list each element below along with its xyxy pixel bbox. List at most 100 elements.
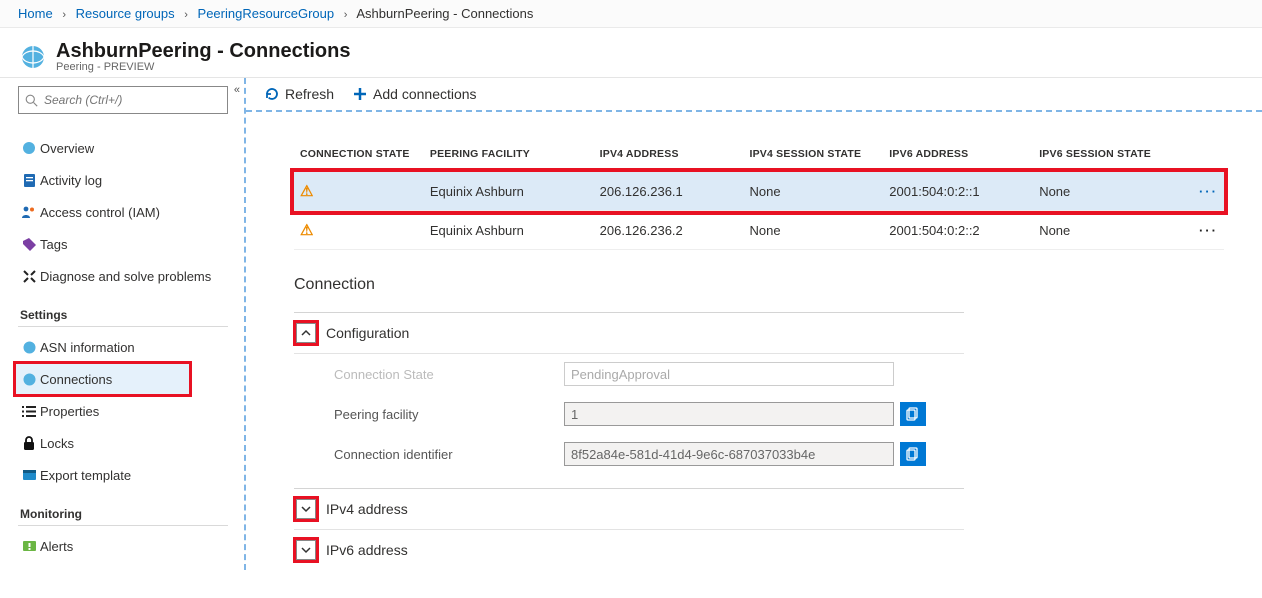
tag-icon [18, 237, 40, 252]
accordion-configuration[interactable]: Configuration [294, 313, 964, 354]
sidebar-item-label: Connections [40, 372, 112, 387]
accordion-label: IPv4 address [326, 501, 408, 517]
page-title: AshburnPeering - Connections [56, 40, 350, 63]
breadcrumb-resource-groups[interactable]: Resource groups [76, 6, 175, 21]
page-subtitle: Peering - PREVIEW [56, 61, 350, 73]
divider [18, 525, 228, 526]
accordion-label: Configuration [326, 325, 409, 341]
sidebar-item-label: Overview [40, 141, 94, 156]
sidebar-item-connections[interactable]: Connections [15, 363, 190, 395]
log-icon [18, 173, 40, 188]
connection-state-value [564, 362, 894, 386]
cell-ipv4: 206.126.236.1 [594, 172, 744, 211]
sidebar-item-export-template[interactable]: Export template [18, 459, 236, 491]
cell-ipv6: 2001:504:0:2::1 [883, 172, 1033, 211]
breadcrumb-current: AshburnPeering - Connections [356, 6, 533, 21]
sidebar-item-iam[interactable]: Access control (IAM) [18, 196, 236, 228]
breadcrumb-group[interactable]: PeeringResourceGroup [198, 6, 335, 21]
sidebar-item-locks[interactable]: Locks [18, 427, 236, 459]
connections-table: CONNECTION STATE PEERING FACILITY IPV4 A… [294, 140, 1224, 250]
sidebar-item-label: Locks [40, 436, 74, 451]
cell-facility: Equinix Ashburn [424, 172, 594, 211]
accordion-ipv6[interactable]: IPv6 address [294, 530, 964, 570]
peering-facility-value [564, 402, 894, 426]
row-menu-button[interactable]: ··· [1193, 211, 1224, 250]
table-row[interactable]: ⚠ Equinix Ashburn 206.126.236.2 None 200… [294, 211, 1224, 250]
sidebar-item-diagnose[interactable]: Diagnose and solve problems [18, 260, 236, 292]
section-heading-connection: Connection [294, 276, 1262, 294]
sidebar: « Overview Activity log [0, 78, 244, 570]
chevron-right-icon: › [184, 9, 188, 21]
field-label: Connection State [334, 367, 564, 382]
people-icon [18, 205, 40, 219]
sidebar-item-label: ASN information [40, 340, 135, 355]
sidebar-item-label: Alerts [40, 539, 73, 554]
breadcrumb: Home › Resource groups › PeeringResource… [0, 0, 1262, 28]
content-toolbar: Refresh Add connections [246, 78, 1262, 112]
page-header: AshburnPeering - Connections Peering - P… [0, 28, 1262, 78]
warning-icon: ⚠ [300, 222, 313, 239]
peering-icon [18, 42, 48, 72]
alert-icon [18, 539, 40, 553]
chevron-right-icon: › [62, 9, 66, 21]
sidebar-item-tags[interactable]: Tags [18, 228, 236, 260]
add-connections-button[interactable]: Add connections [352, 86, 477, 102]
divider [18, 326, 228, 327]
sidebar-item-properties[interactable]: Properties [18, 395, 236, 427]
accordion-ipv4[interactable]: IPv4 address [294, 489, 964, 530]
field-label: Peering facility [334, 407, 564, 422]
field-peering-facility: Peering facility [294, 394, 964, 434]
cell-ipv4s: None [743, 172, 883, 211]
breadcrumb-home[interactable]: Home [18, 6, 53, 21]
cell-ipv6s: None [1033, 172, 1193, 211]
cell-facility: Equinix Ashburn [424, 211, 594, 250]
lock-icon [18, 436, 40, 451]
cell-ipv4s: None [743, 211, 883, 250]
sidebar-item-activity-log[interactable]: Activity log [18, 164, 236, 196]
col-ipv6: IPV6 ADDRESS [883, 140, 1033, 172]
warning-icon: ⚠ [300, 183, 313, 200]
chevron-down-icon[interactable] [296, 499, 316, 519]
col-facility: PEERING FACILITY [424, 140, 594, 172]
cell-ipv6s: None [1033, 211, 1193, 250]
row-menu-button[interactable]: ··· [1193, 172, 1224, 211]
sidebar-item-label: Properties [40, 404, 99, 419]
sidebar-item-label: Activity log [40, 173, 102, 188]
col-ipv4: IPV4 ADDRESS [594, 140, 744, 172]
accordion-label: IPv6 address [326, 542, 408, 558]
chevron-down-icon[interactable] [296, 540, 316, 560]
sidebar-item-label: Export template [40, 468, 131, 483]
collapse-sidebar-icon[interactable]: « [234, 84, 240, 96]
refresh-button[interactable]: Refresh [264, 86, 334, 102]
plus-icon [352, 86, 368, 102]
field-connection-state: Connection State [294, 354, 964, 394]
copy-button[interactable] [900, 402, 926, 426]
export-icon [18, 468, 40, 482]
globe-icon [18, 140, 40, 156]
tools-icon [18, 269, 40, 284]
chevron-up-icon[interactable] [296, 323, 316, 343]
sidebar-item-label: Tags [40, 237, 67, 252]
refresh-icon [264, 86, 280, 102]
cell-ipv6: 2001:504:0:2::2 [883, 211, 1033, 250]
cell-ipv4: 206.126.236.2 [594, 211, 744, 250]
sidebar-item-overview[interactable]: Overview [18, 132, 236, 164]
sidebar-search[interactable] [18, 86, 228, 114]
table-row[interactable]: ⚠ Equinix Ashburn 206.126.236.1 None 200… [294, 172, 1224, 211]
chevron-right-icon: › [344, 9, 348, 21]
globe-icon [18, 372, 40, 387]
content-pane: Refresh Add connections CONNECTION STATE… [244, 78, 1262, 570]
sidebar-item-label: Access control (IAM) [40, 205, 160, 220]
globe-icon [18, 340, 40, 355]
field-label: Connection identifier [334, 447, 564, 462]
sidebar-item-asn[interactable]: ASN information [18, 331, 236, 363]
field-connection-identifier: Connection identifier [294, 434, 964, 474]
toolbar-label: Add connections [373, 86, 477, 102]
search-input[interactable] [44, 93, 221, 107]
sidebar-item-alerts[interactable]: Alerts [18, 530, 236, 562]
copy-button[interactable] [900, 442, 926, 466]
sidebar-heading-monitoring: Monitoring [20, 507, 236, 521]
sidebar-heading-settings: Settings [20, 308, 236, 322]
col-ipv6-session: IPV6 SESSION STATE [1033, 140, 1193, 172]
sidebar-item-label: Diagnose and solve problems [40, 269, 211, 284]
